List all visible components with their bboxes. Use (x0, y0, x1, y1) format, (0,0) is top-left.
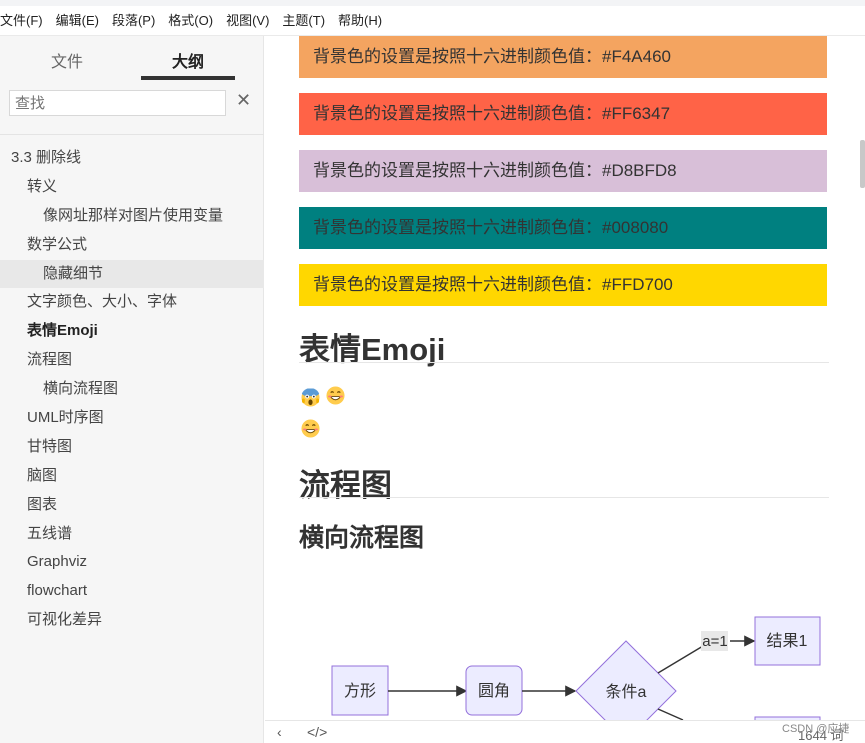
outline-item[interactable]: 转义 (0, 173, 264, 202)
outline-item[interactable]: 数学公式 (0, 231, 264, 260)
sidebar-divider (0, 134, 264, 135)
outline-item[interactable]: 文字颜色、大小、字体 (0, 288, 264, 317)
horizontal-flowchart: 方形 圆角 条件a a=1 结果1 (331, 616, 821, 720)
menu-theme[interactable]: 主题(T) (282, 10, 325, 29)
color-box-d8bfd8: 背景色的设置是按照十六进制颜色值：#D8BFD8 (299, 150, 827, 192)
grin-emoji-icon (326, 386, 345, 405)
color-box-008080: 背景色的设置是按照十六进制颜色值：#008080 (299, 207, 827, 249)
heading-horizontal-flowchart: 横向流程图 (299, 524, 425, 552)
watermark: CSDN @应捷 (782, 723, 850, 735)
outline-item[interactable]: 五线谱 (0, 520, 264, 549)
flow-node-result1: 结果1 (754, 616, 821, 666)
outline-item[interactable]: 隐藏细节 (0, 259, 264, 289)
scream-emoji-icon (301, 388, 320, 407)
menu-edit[interactable]: 编辑(E) (56, 10, 99, 29)
sidebar: 文件 大纲 ✕ 3.3 删除线转义像网址那样对图片使用变量数学公式隐藏细节文字颜… (0, 36, 264, 743)
outline-item[interactable]: UML时序图 (0, 404, 264, 433)
heading-rule (299, 362, 829, 363)
close-icon[interactable]: ✕ (236, 90, 251, 111)
menu-items: 文件(F) 编辑(E) 段落(P) 格式(O) 视图(V) 主题(T) 帮助(H… (0, 10, 395, 29)
outline-item[interactable]: flowchart (0, 577, 264, 606)
outline-item[interactable]: 可视化差异 (0, 606, 264, 635)
outline-item[interactable]: Graphviz (0, 548, 264, 577)
flow-node-condition: 条件a (575, 640, 677, 720)
outline-item[interactable]: 像网址那样对图片使用变量 (0, 202, 264, 231)
outline-item[interactable]: 3.3 删除线 (0, 144, 264, 173)
outline-item[interactable]: 图表 (0, 491, 264, 520)
tab-outline[interactable]: 大纲 (172, 48, 204, 72)
flow-edge (657, 645, 704, 674)
search-input[interactable] (9, 90, 226, 116)
grin-emoji-icon (301, 419, 320, 438)
chevron-left-icon[interactable]: ‹ (277, 724, 282, 740)
title-strip (0, 0, 865, 6)
source-code-icon[interactable]: </> (307, 724, 327, 740)
flow-node-result1-label: 结果1 (767, 632, 808, 650)
outline-item[interactable]: 表情Emoji (0, 317, 264, 346)
active-tab-indicator (141, 76, 235, 80)
flow-edge-label: a=1 (702, 633, 727, 650)
outline-item[interactable]: 脑图 (0, 462, 264, 491)
menu-bar: 文件(F) 编辑(E) 段落(P) 格式(O) 视图(V) 主题(T) 帮助(H… (0, 0, 865, 36)
heading-rule (299, 497, 829, 498)
sidebar-tabs: 文件 大纲 (0, 36, 264, 82)
flow-node-square-label: 方形 (344, 682, 376, 700)
menu-paragraph[interactable]: 段落(P) (112, 10, 155, 29)
status-bar: ‹ </> 1644 词 (265, 720, 865, 743)
color-box-f4a460: 背景色的设置是按照十六进制颜色值：#F4A460 (299, 36, 827, 78)
editor-content: 背景色的设置是按照十六进制颜色值：#F4A460 背景色的设置是按照十六进制颜色… (265, 36, 865, 720)
outline-list: 3.3 删除线 转义 像网址那样对图片使用变量 数学公式 隐藏细节 文字颜色、大小、字体表… (0, 144, 264, 635)
outline-item[interactable]: 横向流程图 (0, 375, 264, 404)
flow-node-square: 方形 (331, 665, 389, 716)
color-box-ffd700: 背景色的设置是按照十六进制颜色值：#FFD700 (299, 264, 827, 306)
scrollbar-thumb[interactable] (860, 140, 865, 188)
flow-node-rounded: 圆角 (465, 665, 523, 716)
outline-item[interactable]: 甘特图 (0, 433, 264, 462)
tab-files[interactable]: 文件 (51, 48, 83, 72)
outline-item[interactable]: 流程图 (0, 346, 264, 375)
flow-edge (657, 708, 684, 720)
flow-node-rounded-label: 圆角 (478, 682, 510, 700)
menu-help[interactable]: 帮助(H) (338, 10, 382, 29)
menu-format[interactable]: 格式(O) (168, 10, 213, 29)
menu-file[interactable]: 文件(F) (0, 10, 43, 29)
color-box-ff6347: 背景色的设置是按照十六进制颜色值：#FF6347 (299, 93, 827, 135)
heading-flowchart: 流程图 (299, 468, 392, 503)
menu-view[interactable]: 视图(V) (226, 10, 269, 29)
flow-node-condition-label: 条件a (606, 683, 647, 701)
